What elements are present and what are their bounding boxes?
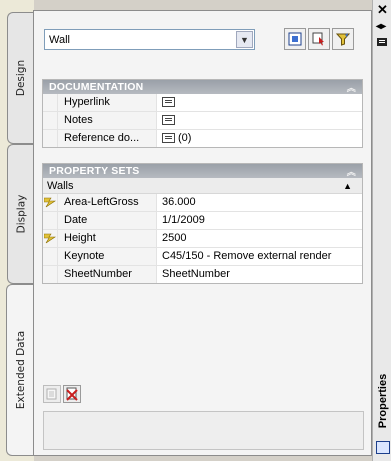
quick-select-button[interactable]: [332, 28, 354, 50]
palette-title-bar: ✕ ◂▸ Properties: [372, 0, 391, 461]
collapse-icon[interactable]: ︽: [347, 165, 356, 178]
tab-display[interactable]: Display: [7, 144, 34, 284]
object-type-select[interactable]: Wall ▼: [44, 29, 255, 50]
property-value[interactable]: SheetNumber: [157, 266, 362, 283]
collapse-icon[interactable]: ︽: [347, 81, 356, 94]
tab-extended-data-label: Extended Data: [15, 330, 27, 410]
palette-title: Properties: [377, 373, 389, 429]
property-set-name: Walls: [47, 179, 74, 192]
property-label: Notes: [58, 112, 157, 129]
property-value[interactable]: C45/150 - Remove external render: [157, 248, 362, 265]
property-row-date[interactable]: Date 1/1/2009: [43, 212, 362, 230]
property-value[interactable]: 2500: [157, 230, 362, 247]
property-row-height[interactable]: Height 2500: [43, 230, 362, 248]
remove-property-sets-button[interactable]: [63, 385, 81, 403]
property-value[interactable]: 1/1/2009: [157, 212, 362, 229]
pickadd-icon: [288, 32, 302, 46]
toggle-pickadd-button[interactable]: [284, 28, 306, 50]
lightning-icon: [44, 197, 56, 208]
properties-menu-icon[interactable]: [377, 38, 387, 46]
property-label: Height: [58, 230, 157, 247]
select-objects-icon: [312, 32, 324, 46]
remove-property-set-icon: [66, 387, 78, 401]
properties-panel: Wall ▼ DOCUMENTATION ︽ Hyperlink Notes R…: [33, 10, 372, 456]
property-label: Area-LeftGross: [58, 194, 157, 211]
property-sets-title: PROPERTY SETS: [49, 165, 140, 177]
properties-palette: Design Display Extended Data Wall ▼ DOCU…: [0, 0, 391, 461]
select-objects-button[interactable]: [308, 28, 330, 50]
property-label: SheetNumber: [58, 266, 157, 283]
property-sets-header[interactable]: PROPERTY SETS ︽: [43, 164, 362, 178]
tab-display-label: Display: [15, 194, 27, 234]
edit-text-icon[interactable]: [162, 115, 175, 126]
reference-count: (0): [178, 132, 192, 144]
edit-text-icon[interactable]: [162, 97, 175, 108]
property-row-hyperlink[interactable]: Hyperlink: [43, 94, 362, 112]
add-property-sets-button[interactable]: [43, 385, 61, 403]
chevron-up-icon[interactable]: ▲: [343, 181, 352, 191]
tab-extended-data[interactable]: Extended Data: [6, 284, 35, 456]
quick-select-funnel-icon: [336, 33, 350, 46]
chevron-down-icon[interactable]: ▼: [236, 31, 253, 48]
property-row-sheetnumber[interactable]: SheetNumber SheetNumber: [43, 266, 362, 283]
tab-design[interactable]: Design: [7, 12, 34, 144]
documentation-section: DOCUMENTATION ︽ Hyperlink Notes Referenc…: [42, 79, 363, 148]
documentation-header[interactable]: DOCUMENTATION ︽: [43, 80, 362, 94]
property-row-notes[interactable]: Notes: [43, 112, 362, 130]
edit-text-icon[interactable]: [162, 133, 175, 144]
property-row-keynote[interactable]: Keynote C45/150 - Remove external render: [43, 248, 362, 266]
palette-icon: [376, 441, 390, 454]
auto-hide-icon[interactable]: ◂▸: [376, 22, 386, 32]
lightning-icon: [44, 233, 56, 244]
property-row-area-leftgross[interactable]: Area-LeftGross 36.000: [43, 194, 362, 212]
property-sets-section: PROPERTY SETS ︽ Walls ▲ Area-LeftGross 3…: [42, 163, 363, 284]
property-label: Keynote: [58, 248, 157, 265]
left-tabs-strip: Design Display Extended Data: [0, 0, 35, 461]
object-type-value: Wall: [49, 33, 70, 46]
close-icon[interactable]: ✕: [377, 3, 388, 16]
property-label: Date: [58, 212, 157, 229]
documentation-title: DOCUMENTATION: [49, 81, 144, 93]
property-label: Hyperlink: [58, 94, 157, 111]
add-property-set-icon: [46, 388, 57, 400]
property-value[interactable]: 36.000: [157, 194, 362, 211]
property-label: Reference do...: [58, 130, 157, 147]
tab-design-label: Design: [15, 59, 28, 97]
property-row-reference-documents[interactable]: Reference do... (0): [43, 130, 362, 147]
property-set-walls[interactable]: Walls ▲: [43, 178, 362, 194]
description-area: [43, 411, 364, 450]
